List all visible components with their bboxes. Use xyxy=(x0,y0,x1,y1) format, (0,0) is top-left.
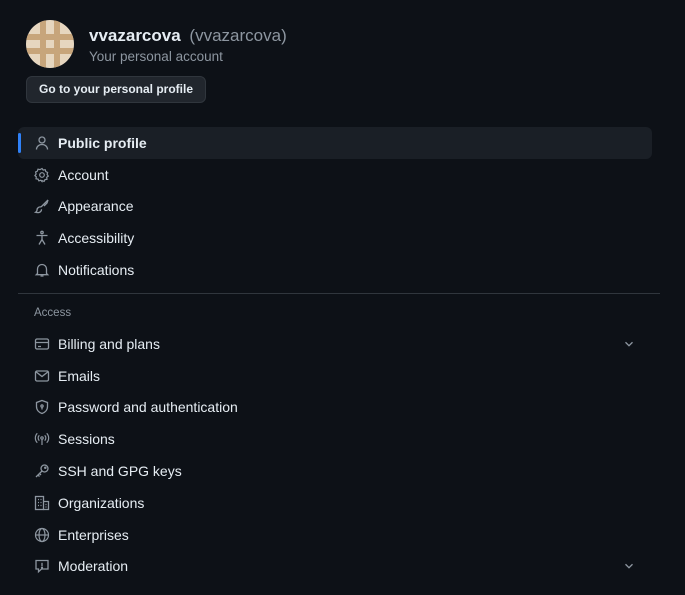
username: vvazarcova xyxy=(89,26,181,45)
report-icon xyxy=(34,558,50,574)
sidebar-item-ssh-gpg-keys[interactable]: SSH and GPG keys xyxy=(18,455,660,487)
sidebar-item-sessions[interactable]: Sessions xyxy=(18,423,660,455)
group-title-access: Access xyxy=(34,306,72,319)
sidebar-item-notifications[interactable]: Notifications xyxy=(18,254,660,286)
account-header: vvazarcova (vvazarcova) Your personal ac… xyxy=(26,20,666,110)
sidebar-item-public-profile[interactable]: Public profile xyxy=(18,127,652,159)
chevron-down-icon[interactable] xyxy=(622,559,636,573)
sidebar-item-label: Emails xyxy=(58,367,101,384)
sidebar-item-label: Public profile xyxy=(58,134,147,151)
account-name: vvazarcova (vvazarcova) xyxy=(89,26,287,46)
sidebar-item-billing[interactable]: Billing and plans xyxy=(18,328,660,360)
sidebar-item-label: Password and authentication xyxy=(58,399,238,416)
sidebar-item-moderation[interactable]: Moderation xyxy=(18,551,660,583)
settings-nav: Public profile Account Appearance Access… xyxy=(18,127,660,582)
sidebar-item-label: SSH and GPG keys xyxy=(58,463,182,480)
person-icon xyxy=(34,135,50,151)
sidebar-item-label: Organizations xyxy=(58,494,145,511)
sidebar-item-account[interactable]: Account xyxy=(18,159,660,191)
go-to-profile-button[interactable]: Go to your personal profile xyxy=(26,76,207,103)
gear-icon xyxy=(34,167,50,183)
user-handle: (vvazarcova) xyxy=(189,26,287,45)
sidebar-item-label: Appearance xyxy=(58,198,134,215)
sidebar-item-label: Account xyxy=(58,166,109,183)
sidebar-item-label: Moderation xyxy=(58,558,129,575)
settings-sidebar: vvazarcova (vvazarcova) Your personal ac… xyxy=(0,0,685,595)
sidebar-item-enterprises[interactable]: Enterprises xyxy=(18,519,660,551)
avatar[interactable] xyxy=(26,20,74,68)
nav-divider xyxy=(18,292,660,294)
shield-lock-icon xyxy=(34,399,50,415)
sidebar-item-appearance[interactable]: Appearance xyxy=(18,191,660,223)
mail-icon xyxy=(34,368,50,384)
bell-icon xyxy=(34,262,50,278)
credit-card-icon xyxy=(34,336,50,352)
sidebar-item-label: Accessibility xyxy=(58,230,135,247)
organization-icon xyxy=(34,495,50,511)
broadcast-icon xyxy=(34,431,50,447)
sidebar-item-label: Notifications xyxy=(58,262,135,279)
sidebar-item-emails[interactable]: Emails xyxy=(18,360,660,392)
accessibility-icon xyxy=(34,230,50,246)
sidebar-item-password[interactable]: Password and authentication xyxy=(18,392,660,424)
sidebar-item-label: Billing and plans xyxy=(58,335,160,352)
account-type: Your personal account xyxy=(89,49,223,64)
globe-icon xyxy=(34,527,50,543)
paintbrush-icon xyxy=(34,198,50,214)
key-icon xyxy=(34,463,50,479)
sidebar-item-accessibility[interactable]: Accessibility xyxy=(18,222,660,254)
chevron-down-icon[interactable] xyxy=(622,337,636,351)
sidebar-item-label: Enterprises xyxy=(58,526,129,543)
sidebar-item-organizations[interactable]: Organizations xyxy=(18,487,660,519)
sidebar-item-label: Sessions xyxy=(58,431,115,448)
